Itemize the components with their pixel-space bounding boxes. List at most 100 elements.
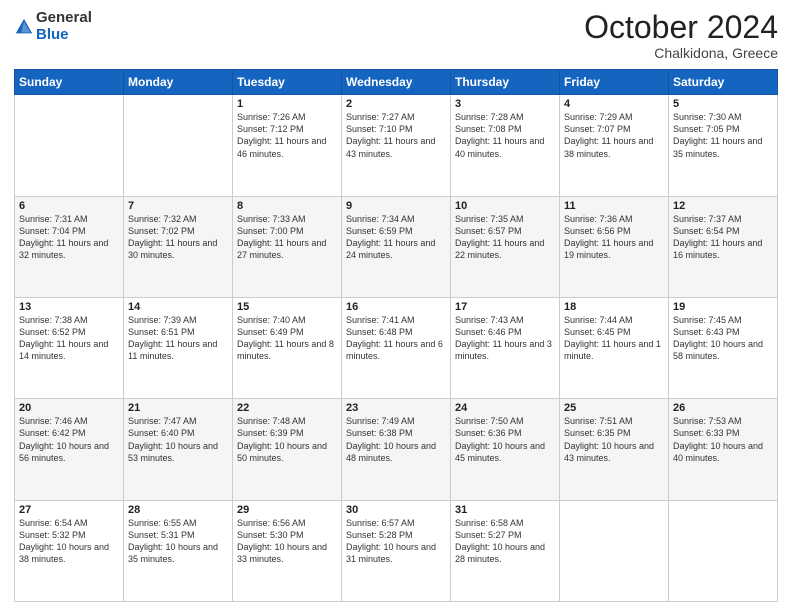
- day-info: Sunrise: 6:54 AM Sunset: 5:32 PM Dayligh…: [19, 517, 119, 566]
- month-title: October 2024: [584, 10, 778, 45]
- calendar-cell: 7Sunrise: 7:32 AM Sunset: 7:02 PM Daylig…: [124, 196, 233, 297]
- weekday-header-monday: Monday: [124, 70, 233, 95]
- calendar-cell: 5Sunrise: 7:30 AM Sunset: 7:05 PM Daylig…: [669, 95, 778, 196]
- day-info: Sunrise: 6:55 AM Sunset: 5:31 PM Dayligh…: [128, 517, 228, 566]
- day-number: 20: [19, 402, 119, 414]
- day-number: 8: [237, 200, 337, 212]
- day-number: 22: [237, 402, 337, 414]
- day-number: 3: [455, 98, 555, 110]
- day-number: 5: [673, 98, 773, 110]
- calendar-cell: 11Sunrise: 7:36 AM Sunset: 6:56 PM Dayli…: [560, 196, 669, 297]
- logo-text: General Blue: [36, 10, 92, 43]
- weekday-header-row: SundayMondayTuesdayWednesdayThursdayFrid…: [15, 70, 778, 95]
- calendar-cell: 12Sunrise: 7:37 AM Sunset: 6:54 PM Dayli…: [669, 196, 778, 297]
- day-info: Sunrise: 7:40 AM Sunset: 6:49 PM Dayligh…: [237, 314, 337, 363]
- day-number: 1: [237, 98, 337, 110]
- day-info: Sunrise: 7:50 AM Sunset: 6:36 PM Dayligh…: [455, 415, 555, 464]
- calendar-row-4: 27Sunrise: 6:54 AM Sunset: 5:32 PM Dayli…: [15, 500, 778, 601]
- header: General Blue October 2024 Chalkidona, Gr…: [14, 10, 778, 61]
- day-number: 27: [19, 504, 119, 516]
- calendar-row-0: 1Sunrise: 7:26 AM Sunset: 7:12 PM Daylig…: [15, 95, 778, 196]
- day-number: 25: [564, 402, 664, 414]
- logo-blue: Blue: [36, 26, 69, 43]
- day-info: Sunrise: 6:57 AM Sunset: 5:28 PM Dayligh…: [346, 517, 446, 566]
- location-subtitle: Chalkidona, Greece: [584, 45, 778, 61]
- calendar-row-2: 13Sunrise: 7:38 AM Sunset: 6:52 PM Dayli…: [15, 297, 778, 398]
- day-info: Sunrise: 7:41 AM Sunset: 6:48 PM Dayligh…: [346, 314, 446, 363]
- day-info: Sunrise: 7:31 AM Sunset: 7:04 PM Dayligh…: [19, 213, 119, 262]
- day-number: 2: [346, 98, 446, 110]
- calendar-cell: 4Sunrise: 7:29 AM Sunset: 7:07 PM Daylig…: [560, 95, 669, 196]
- day-number: 28: [128, 504, 228, 516]
- calendar-cell: 24Sunrise: 7:50 AM Sunset: 6:36 PM Dayli…: [451, 399, 560, 500]
- calendar-cell: 19Sunrise: 7:45 AM Sunset: 6:43 PM Dayli…: [669, 297, 778, 398]
- day-number: 29: [237, 504, 337, 516]
- day-info: Sunrise: 7:35 AM Sunset: 6:57 PM Dayligh…: [455, 213, 555, 262]
- day-info: Sunrise: 7:32 AM Sunset: 7:02 PM Dayligh…: [128, 213, 228, 262]
- day-info: Sunrise: 7:30 AM Sunset: 7:05 PM Dayligh…: [673, 111, 773, 160]
- day-number: 30: [346, 504, 446, 516]
- day-info: Sunrise: 7:28 AM Sunset: 7:08 PM Dayligh…: [455, 111, 555, 160]
- calendar-cell: [560, 500, 669, 601]
- day-number: 12: [673, 200, 773, 212]
- calendar-cell: 31Sunrise: 6:58 AM Sunset: 5:27 PM Dayli…: [451, 500, 560, 601]
- calendar-cell: 9Sunrise: 7:34 AM Sunset: 6:59 PM Daylig…: [342, 196, 451, 297]
- logo-icon: [14, 17, 34, 37]
- weekday-header-friday: Friday: [560, 70, 669, 95]
- day-number: 15: [237, 301, 337, 313]
- day-info: Sunrise: 7:36 AM Sunset: 6:56 PM Dayligh…: [564, 213, 664, 262]
- day-number: 31: [455, 504, 555, 516]
- day-number: 7: [128, 200, 228, 212]
- calendar-cell: 28Sunrise: 6:55 AM Sunset: 5:31 PM Dayli…: [124, 500, 233, 601]
- day-info: Sunrise: 6:58 AM Sunset: 5:27 PM Dayligh…: [455, 517, 555, 566]
- day-info: Sunrise: 7:49 AM Sunset: 6:38 PM Dayligh…: [346, 415, 446, 464]
- calendar-cell: 2Sunrise: 7:27 AM Sunset: 7:10 PM Daylig…: [342, 95, 451, 196]
- calendar-cell: 1Sunrise: 7:26 AM Sunset: 7:12 PM Daylig…: [233, 95, 342, 196]
- weekday-header-sunday: Sunday: [15, 70, 124, 95]
- logo: General Blue: [14, 10, 92, 43]
- day-info: Sunrise: 6:56 AM Sunset: 5:30 PM Dayligh…: [237, 517, 337, 566]
- calendar-cell: 26Sunrise: 7:53 AM Sunset: 6:33 PM Dayli…: [669, 399, 778, 500]
- day-number: 26: [673, 402, 773, 414]
- logo-general: General: [36, 9, 92, 26]
- calendar-cell: 15Sunrise: 7:40 AM Sunset: 6:49 PM Dayli…: [233, 297, 342, 398]
- day-info: Sunrise: 7:34 AM Sunset: 6:59 PM Dayligh…: [346, 213, 446, 262]
- calendar-cell: 21Sunrise: 7:47 AM Sunset: 6:40 PM Dayli…: [124, 399, 233, 500]
- day-number: 13: [19, 301, 119, 313]
- day-info: Sunrise: 7:43 AM Sunset: 6:46 PM Dayligh…: [455, 314, 555, 363]
- calendar-cell: 23Sunrise: 7:49 AM Sunset: 6:38 PM Dayli…: [342, 399, 451, 500]
- weekday-header-tuesday: Tuesday: [233, 70, 342, 95]
- day-number: 24: [455, 402, 555, 414]
- calendar-cell: 18Sunrise: 7:44 AM Sunset: 6:45 PM Dayli…: [560, 297, 669, 398]
- day-number: 10: [455, 200, 555, 212]
- day-info: Sunrise: 7:39 AM Sunset: 6:51 PM Dayligh…: [128, 314, 228, 363]
- calendar-cell: 29Sunrise: 6:56 AM Sunset: 5:30 PM Dayli…: [233, 500, 342, 601]
- title-block: October 2024 Chalkidona, Greece: [584, 10, 778, 61]
- day-number: 17: [455, 301, 555, 313]
- day-number: 23: [346, 402, 446, 414]
- day-info: Sunrise: 7:47 AM Sunset: 6:40 PM Dayligh…: [128, 415, 228, 464]
- calendar-cell: [669, 500, 778, 601]
- day-number: 19: [673, 301, 773, 313]
- day-info: Sunrise: 7:38 AM Sunset: 6:52 PM Dayligh…: [19, 314, 119, 363]
- calendar-table: SundayMondayTuesdayWednesdayThursdayFrid…: [14, 69, 778, 602]
- day-info: Sunrise: 7:27 AM Sunset: 7:10 PM Dayligh…: [346, 111, 446, 160]
- day-info: Sunrise: 7:46 AM Sunset: 6:42 PM Dayligh…: [19, 415, 119, 464]
- calendar-cell: 10Sunrise: 7:35 AM Sunset: 6:57 PM Dayli…: [451, 196, 560, 297]
- day-info: Sunrise: 7:33 AM Sunset: 7:00 PM Dayligh…: [237, 213, 337, 262]
- day-number: 21: [128, 402, 228, 414]
- calendar-cell: 20Sunrise: 7:46 AM Sunset: 6:42 PM Dayli…: [15, 399, 124, 500]
- calendar-cell: 6Sunrise: 7:31 AM Sunset: 7:04 PM Daylig…: [15, 196, 124, 297]
- page: General Blue October 2024 Chalkidona, Gr…: [0, 0, 792, 612]
- calendar-row-1: 6Sunrise: 7:31 AM Sunset: 7:04 PM Daylig…: [15, 196, 778, 297]
- calendar-cell: 16Sunrise: 7:41 AM Sunset: 6:48 PM Dayli…: [342, 297, 451, 398]
- weekday-header-wednesday: Wednesday: [342, 70, 451, 95]
- calendar-cell: 30Sunrise: 6:57 AM Sunset: 5:28 PM Dayli…: [342, 500, 451, 601]
- calendar-cell: 27Sunrise: 6:54 AM Sunset: 5:32 PM Dayli…: [15, 500, 124, 601]
- day-info: Sunrise: 7:44 AM Sunset: 6:45 PM Dayligh…: [564, 314, 664, 363]
- day-info: Sunrise: 7:45 AM Sunset: 6:43 PM Dayligh…: [673, 314, 773, 363]
- day-info: Sunrise: 7:53 AM Sunset: 6:33 PM Dayligh…: [673, 415, 773, 464]
- day-info: Sunrise: 7:51 AM Sunset: 6:35 PM Dayligh…: [564, 415, 664, 464]
- calendar-cell: [124, 95, 233, 196]
- calendar-row-3: 20Sunrise: 7:46 AM Sunset: 6:42 PM Dayli…: [15, 399, 778, 500]
